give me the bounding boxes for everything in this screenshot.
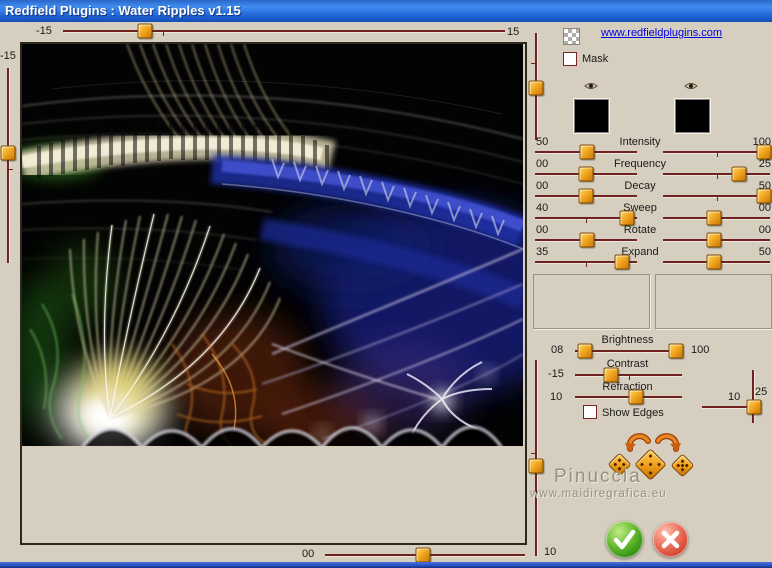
rotate-right-slider[interactable]: [663, 232, 770, 248]
param-left-value: 00: [536, 224, 549, 236]
left-slider-handle[interactable]: [0, 145, 16, 161]
show-edges-checkbox[interactable]: [583, 405, 597, 419]
info-box-right: [655, 274, 772, 329]
slider-tick: [716, 197, 718, 201]
top-slider-handle[interactable]: [137, 23, 153, 39]
eye-icon[interactable]: [684, 81, 698, 91]
expand-left-slider[interactable]: [535, 254, 637, 270]
bottom-slider-min-label: 00: [302, 548, 315, 560]
mask-checkbox[interactable]: [563, 52, 577, 66]
slider-tick: [716, 175, 718, 179]
brightness-slider[interactable]: [575, 343, 684, 359]
slider-tick: [586, 263, 587, 267]
contrast-value: -15: [548, 368, 564, 380]
window-bottom-border: [0, 562, 772, 568]
param-name: Expand: [621, 246, 659, 258]
preview-image[interactable]: [22, 44, 523, 446]
ok-button[interactable]: [606, 521, 643, 558]
close-icon: [661, 530, 680, 549]
expand-right-slider[interactable]: [663, 254, 770, 270]
brightness-high-handle[interactable]: [668, 343, 684, 359]
right-upper-slider-handle[interactable]: [528, 80, 544, 96]
show-edges-label: Show Edges: [602, 407, 664, 419]
right-upper-frame-slider[interactable]: [528, 33, 544, 140]
intensity-right-slider[interactable]: [663, 144, 772, 160]
param-right-value: 00: [758, 224, 771, 236]
ripple-pattern-thumbnail[interactable]: [675, 99, 710, 133]
corner-vertical-slider[interactable]: [752, 370, 755, 423]
brightness-low-handle[interactable]: [577, 343, 593, 359]
param-right-value: 00: [758, 202, 771, 214]
bottom-slider-handle[interactable]: [415, 547, 431, 563]
param-right-value: 50: [758, 246, 771, 258]
rotate-left-slider[interactable]: [535, 232, 637, 248]
sweep-left-slider[interactable]: [535, 210, 637, 226]
preview-art-svg: [22, 44, 523, 446]
slider-tick: [531, 453, 535, 455]
slider-tick: [162, 32, 164, 36]
randomize-die-small[interactable]: [670, 453, 695, 478]
mask-label: Mask: [582, 53, 609, 65]
slider-tick: [531, 62, 535, 64]
refraction-slider[interactable]: [575, 389, 682, 405]
param-left-value: 40: [536, 202, 549, 214]
bottom-frame-slider[interactable]: [325, 547, 525, 563]
slider-tick: [628, 376, 630, 380]
top-slider-min-label: -15: [36, 25, 52, 37]
brightness-max-value: 100: [691, 344, 710, 356]
window-title: Redfield Plugins : Water Ripples v1.15: [5, 3, 241, 18]
info-box-left: [533, 274, 650, 329]
contrast-label: Contrast: [606, 358, 649, 370]
right-lower-slider-handle[interactable]: [528, 458, 544, 474]
plugin-window: Redfield Plugins : Water Ripples v1.15 -…: [0, 0, 772, 568]
refraction-handle[interactable]: [628, 389, 644, 405]
frequency-left-slider[interactable]: [535, 166, 637, 182]
slider-handle[interactable]: [706, 254, 722, 270]
top-frame-slider[interactable]: [63, 23, 505, 39]
left-slider-label: -15: [0, 50, 16, 62]
brightness-min-value: 08: [551, 344, 564, 356]
watermark-name: Pinuccia: [554, 466, 642, 487]
param-left-value: 35: [536, 246, 549, 258]
corner-v-value: 25: [755, 386, 768, 398]
preview-panel: [20, 42, 527, 545]
left-frame-slider[interactable]: [0, 68, 16, 263]
right-lower-frame-slider[interactable]: [528, 360, 544, 556]
corner-horizontal-slider[interactable]: [702, 399, 762, 415]
cancel-button[interactable]: [653, 522, 688, 557]
slider-handle[interactable]: [614, 254, 630, 270]
watermark-site: www.maidiregrafica.eu: [530, 488, 667, 500]
contrast-slider[interactable]: [575, 367, 682, 383]
corner-handle[interactable]: [746, 399, 762, 415]
checker-pattern-button[interactable]: [563, 28, 580, 45]
title-bar: Redfield Plugins : Water Ripples v1.15: [0, 0, 772, 22]
check-icon: [613, 529, 636, 550]
eye-icon[interactable]: [584, 81, 598, 91]
slider-tick: [9, 169, 13, 170]
param-name: Sweep: [623, 202, 657, 214]
slider-tick: [586, 219, 587, 223]
frequency-right-slider[interactable]: [663, 166, 770, 182]
swap-arrows-icon[interactable]: [624, 428, 682, 452]
param-left-value: 00: [536, 180, 549, 192]
param-left-value: 00: [536, 158, 549, 170]
slider-tick: [716, 153, 718, 157]
corner-h-value: 10: [728, 391, 741, 403]
decay-right-slider[interactable]: [663, 188, 772, 204]
decay-left-slider[interactable]: [535, 188, 637, 204]
sweep-right-slider[interactable]: [663, 210, 770, 226]
redfield-link[interactable]: www.redfieldplugins.com: [601, 27, 722, 39]
top-slider-max-label: 15: [507, 26, 520, 38]
intensity-left-slider[interactable]: [535, 144, 637, 160]
ripple-pattern-thumbnail[interactable]: [574, 99, 609, 133]
refraction-value: 10: [550, 391, 563, 403]
param-left-value: 50: [536, 136, 549, 148]
bottom-slider-max-label: 10: [544, 546, 557, 558]
